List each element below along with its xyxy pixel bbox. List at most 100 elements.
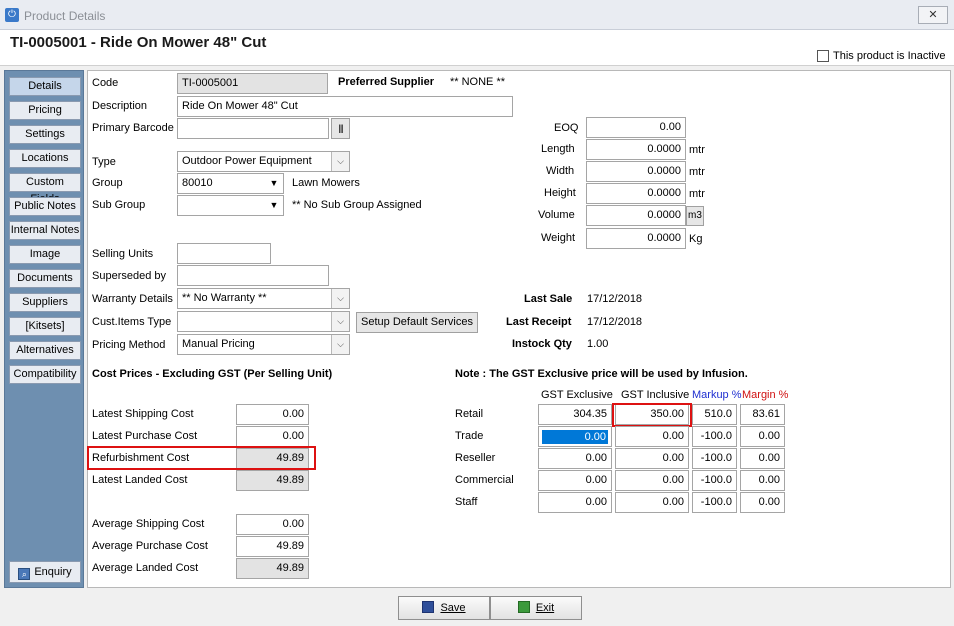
group-label: Group (92, 177, 123, 189)
volume-unit-button[interactable]: m3 (686, 206, 704, 226)
latest-landed-field: 49.89 (236, 470, 309, 491)
group-name: Lawn Mowers (292, 177, 360, 189)
height-field[interactable]: 0.0000 (586, 183, 686, 204)
commercial-margin-field[interactable]: 0.00 (740, 470, 785, 491)
sidebar-nav: Details Pricing Settings Locations Custo… (4, 70, 84, 588)
sidebar-item-pricing[interactable]: Pricing (9, 101, 81, 120)
commercial-gst-incl-field[interactable]: 0.00 (615, 470, 689, 491)
weight-unit: Kg (689, 233, 703, 245)
reseller-margin-field[interactable]: 0.00 (740, 448, 785, 469)
sidebar-item-settings[interactable]: Settings (9, 125, 81, 144)
barcode-icon[interactable]: ||| (331, 118, 350, 139)
sidebar-item-alternatives[interactable]: Alternatives (9, 341, 81, 360)
chevron-down-icon[interactable]: ⌵ (331, 312, 349, 331)
staff-gst-incl-field[interactable]: 0.00 (615, 492, 689, 513)
chevron-down-icon[interactable]: ⌵ (331, 289, 349, 308)
sidebar-item-custom-fields[interactable]: Custom Fields (9, 173, 81, 205)
sidebar-item-details[interactable]: Details (9, 77, 81, 96)
enquiry-button[interactable]: ⌕ Enquiry (9, 561, 81, 583)
warranty-select[interactable]: ** No Warranty ** ⌵ (177, 288, 350, 309)
product-title: TI-0005001 - Ride On Mower 48" Cut (10, 34, 267, 51)
primary-barcode-field[interactable] (177, 118, 329, 139)
trade-markup-field[interactable]: -100.0 (692, 426, 737, 447)
group-select[interactable]: 80010 ▼ (177, 173, 284, 194)
description-field[interactable]: Ride On Mower 48" Cut (177, 96, 513, 117)
width-unit: mtr (689, 166, 705, 178)
sidebar-item-image[interactable]: Image (9, 245, 81, 264)
price-row-label: Commercial (455, 474, 514, 486)
reseller-gst-excl-field[interactable]: 0.00 (538, 448, 612, 469)
sidebar-item-kitsets[interactable]: [Kitsets] (9, 317, 81, 336)
staff-gst-excl-field[interactable]: 0.00 (538, 492, 612, 513)
price-row-label: Retail (455, 408, 484, 420)
price-row-label: Trade (455, 430, 484, 442)
sidebar-item-suppliers[interactable]: Suppliers (9, 293, 81, 312)
close-window-button[interactable]: ✕ (918, 6, 948, 24)
description-label: Description (92, 100, 148, 112)
commercial-markup-field[interactable]: -100.0 (692, 470, 737, 491)
commercial-gst-excl-field[interactable]: 0.00 (538, 470, 612, 491)
cust-items-label: Cust.Items Type (92, 316, 172, 328)
inactive-checkbox[interactable] (817, 50, 829, 62)
sidebar-item-internal-notes[interactable]: Internal Notes (9, 221, 81, 240)
pricing-method-select[interactable]: Manual Pricing ⌵ (177, 334, 350, 355)
last-receipt-value: 17/12/2018 (587, 316, 643, 328)
sidebar-item-documents[interactable]: Documents (9, 269, 81, 288)
sidebar-item-locations[interactable]: Locations (9, 149, 81, 168)
retail-markup-field[interactable]: 510.0 (692, 404, 737, 425)
reseller-gst-incl-field[interactable]: 0.00 (615, 448, 689, 469)
chevron-down-icon[interactable]: ▼ (265, 174, 283, 193)
staff-markup-field[interactable]: -100.0 (692, 492, 737, 513)
width-field[interactable]: 0.0000 (586, 161, 686, 182)
enquiry-magnifier-icon: ⌕ (18, 568, 31, 580)
trade-gst-incl-field[interactable]: 0.00 (615, 426, 689, 447)
subgroup-select[interactable]: ▼ (177, 195, 284, 216)
eoq-label: EOQ (554, 122, 579, 134)
col-gst-inclusive: GST Inclusive (621, 389, 690, 401)
warranty-label: Warranty Details (92, 293, 173, 305)
preferred-supplier-value: ** NONE ** (450, 76, 506, 88)
exit-label: Exit (535, 602, 555, 614)
instock-value: 1.00 (587, 338, 609, 350)
trade-gst-excl-field[interactable]: 0.00 (538, 426, 612, 447)
latest-purchase-field[interactable]: 0.00 (236, 426, 309, 447)
reseller-markup-field[interactable]: -100.0 (692, 448, 737, 469)
avg-purchase-field[interactable]: 49.89 (236, 536, 309, 557)
height-label: Height (544, 187, 576, 199)
sidebar-item-public-notes[interactable]: Public Notes (9, 197, 81, 216)
window-title: Product Details (24, 9, 106, 23)
save-button[interactable]: Save (398, 596, 490, 620)
selling-units-field[interactable] (177, 243, 271, 264)
retail-margin-field[interactable]: 83.61 (740, 404, 785, 425)
sidebar-item-compatibility[interactable]: Compatibility (9, 365, 81, 384)
type-select[interactable]: Outdoor Power Equipment ⌵ (177, 151, 350, 172)
price-row-label: Reseller (455, 452, 496, 464)
code-field[interactable]: TI-0005001 (177, 73, 328, 94)
superseded-field[interactable] (177, 265, 329, 286)
retail-gst-excl-field[interactable]: 304.35 (538, 404, 612, 425)
staff-margin-field[interactable]: 0.00 (740, 492, 785, 513)
weight-field[interactable]: 0.0000 (586, 228, 686, 249)
chevron-down-icon[interactable]: ▼ (265, 196, 283, 215)
last-sale-value: 17/12/2018 (587, 293, 643, 305)
volume-label: Volume (538, 209, 575, 221)
weight-label: Weight (541, 232, 576, 244)
exit-button[interactable]: Exit (490, 596, 582, 620)
retail-incl-highlight (612, 403, 692, 427)
setup-default-services-button[interactable]: Setup Default Services (356, 312, 478, 333)
eoq-field[interactable]: 0.00 (586, 117, 686, 138)
chevron-down-icon[interactable]: ⌵ (331, 335, 349, 354)
latest-shipping-field[interactable]: 0.00 (236, 404, 309, 425)
length-field[interactable]: 0.0000 (586, 139, 686, 160)
col-margin: Margin % (742, 389, 789, 401)
cust-items-select[interactable]: ⌵ (177, 311, 350, 332)
volume-field[interactable]: 0.0000 (586, 205, 686, 226)
avg-landed-field: 49.89 (236, 558, 309, 579)
latest-shipping-label: Latest Shipping Cost (92, 408, 194, 420)
chevron-down-icon[interactable]: ⌵ (331, 152, 349, 171)
pricing-method-value: Manual Pricing (182, 338, 255, 350)
avg-shipping-field[interactable]: 0.00 (236, 514, 309, 535)
group-value: 80010 (182, 177, 213, 189)
trade-margin-field[interactable]: 0.00 (740, 426, 785, 447)
instock-label: Instock Qty (512, 338, 572, 350)
